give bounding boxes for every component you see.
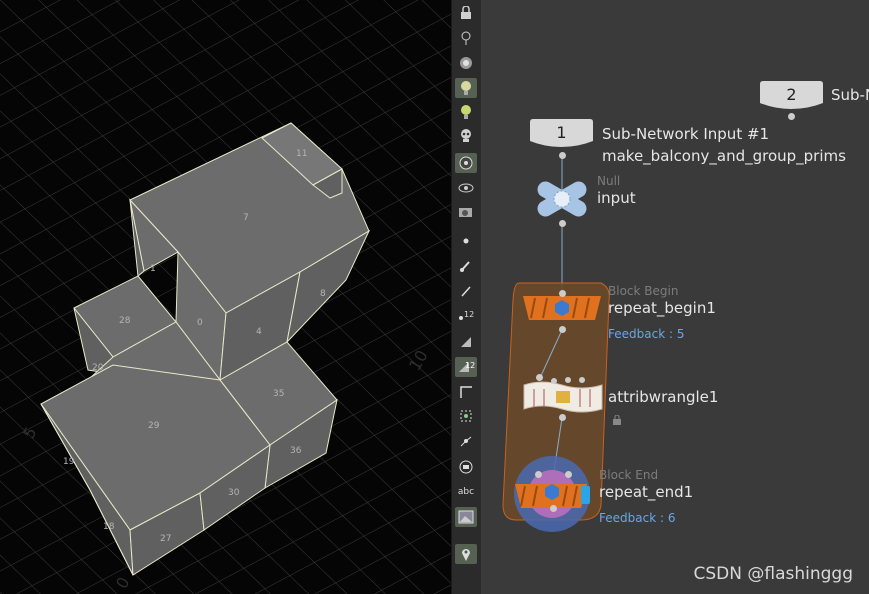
lock-icon[interactable] bbox=[612, 410, 622, 429]
input-port[interactable] bbox=[565, 471, 572, 478]
repeat-begin-type: Block Begin bbox=[608, 284, 679, 298]
repeat-end-feedback: Feedback : 6 bbox=[599, 511, 676, 525]
subnet-input-1-sublabel: make_balcony_and_group_prims bbox=[602, 147, 846, 165]
output-port[interactable] bbox=[550, 505, 557, 512]
attribwrangle-node[interactable] bbox=[522, 381, 604, 415]
prim-label: 7 bbox=[243, 213, 249, 223]
corner-icon[interactable] bbox=[455, 382, 477, 402]
prim-label: 0 bbox=[197, 318, 203, 328]
svg-text:12: 12 bbox=[465, 361, 475, 370]
input-port[interactable] bbox=[551, 378, 557, 384]
repeat-begin-feedback: Feedback : 5 bbox=[608, 327, 685, 341]
lock-icon[interactable] bbox=[455, 3, 477, 23]
branch-icon[interactable] bbox=[455, 431, 477, 451]
subnet-input-1-label: Sub-Network Input #1 bbox=[602, 125, 770, 143]
snapshot-icon[interactable] bbox=[455, 202, 477, 222]
prim-label: 28 bbox=[119, 316, 131, 326]
input-port[interactable] bbox=[536, 374, 543, 381]
subnet-input-1-number: 1 bbox=[556, 123, 567, 142]
repeat-begin-name: repeat_begin1 bbox=[608, 299, 716, 317]
output-port[interactable] bbox=[559, 326, 566, 333]
number-display-icon[interactable]: 12 bbox=[455, 357, 477, 377]
output-port[interactable] bbox=[559, 220, 566, 227]
repeat-begin-node[interactable] bbox=[521, 294, 603, 324]
svg-text:12: 12 bbox=[464, 310, 474, 319]
pin-icon[interactable] bbox=[455, 544, 477, 564]
text-icon[interactable]: abc bbox=[455, 482, 477, 502]
select-icon[interactable] bbox=[455, 406, 477, 426]
subnet-input-2-node[interactable]: 2 bbox=[760, 81, 823, 111]
prim-label: 18 bbox=[103, 522, 115, 532]
subnet-input-2-number: 2 bbox=[786, 85, 797, 104]
light-add-icon[interactable] bbox=[455, 102, 477, 122]
clear-icon[interactable] bbox=[455, 332, 477, 352]
output-port[interactable] bbox=[559, 152, 566, 159]
repeat-end-type: Block End bbox=[599, 468, 659, 482]
ghost-icon[interactable] bbox=[455, 28, 477, 48]
input-port[interactable] bbox=[565, 377, 571, 383]
null-node-type: Null bbox=[597, 174, 621, 188]
brush-icon[interactable] bbox=[455, 256, 477, 276]
frame-icon[interactable] bbox=[455, 457, 477, 477]
subnet-input-2-label: Sub-N bbox=[831, 86, 869, 104]
point-icon[interactable] bbox=[455, 231, 477, 251]
prim-label: 35 bbox=[273, 389, 284, 399]
input-port[interactable] bbox=[559, 290, 566, 297]
prim-label: 1 bbox=[150, 264, 156, 274]
network-editor[interactable]: 1 Sub-Network Input #1 make_balcony_and_… bbox=[481, 0, 869, 594]
repeat-end-node[interactable] bbox=[511, 456, 593, 532]
image-icon[interactable] bbox=[455, 507, 477, 527]
output-port[interactable] bbox=[559, 414, 566, 421]
watermark: CSDN @flashinggg bbox=[693, 564, 854, 584]
light-icon[interactable] bbox=[455, 78, 477, 98]
prim-label: 29 bbox=[148, 421, 160, 431]
prim-label: 30 bbox=[228, 488, 240, 498]
viewport-grid: 10 5 0 11 7 1 28 0 4 8 20 35 29 19 36 30… bbox=[0, 0, 451, 594]
input-port[interactable] bbox=[535, 471, 542, 478]
null-node[interactable] bbox=[532, 178, 592, 220]
input-port[interactable] bbox=[579, 377, 585, 383]
prim-label: 27 bbox=[160, 534, 171, 544]
prim-label: 8 bbox=[320, 289, 326, 299]
prim-label: 20 bbox=[92, 363, 104, 373]
pen-icon[interactable] bbox=[455, 281, 477, 301]
null-node-name: input bbox=[597, 189, 636, 207]
prim-label: 11 bbox=[296, 149, 307, 159]
display-icon[interactable] bbox=[455, 153, 477, 173]
eye-icon[interactable] bbox=[455, 178, 477, 198]
prim-label: 36 bbox=[290, 446, 302, 456]
skull-icon[interactable] bbox=[455, 126, 477, 146]
camera-icon[interactable] bbox=[455, 53, 477, 73]
number-icon[interactable]: 12 bbox=[455, 306, 477, 326]
prim-label: 19 bbox=[63, 457, 75, 467]
prim-label: 4 bbox=[256, 327, 262, 337]
output-port[interactable] bbox=[788, 113, 795, 120]
viewport-3d[interactable]: 10 5 0 11 7 1 28 0 4 8 20 35 29 19 36 30… bbox=[0, 0, 451, 594]
attribwrangle-name: attribwrangle1 bbox=[608, 388, 719, 406]
repeat-end-name: repeat_end1 bbox=[599, 483, 694, 501]
viewport-toolbar: 12 12 abc bbox=[451, 0, 482, 594]
subnet-input-1-node[interactable]: 1 bbox=[530, 119, 593, 149]
